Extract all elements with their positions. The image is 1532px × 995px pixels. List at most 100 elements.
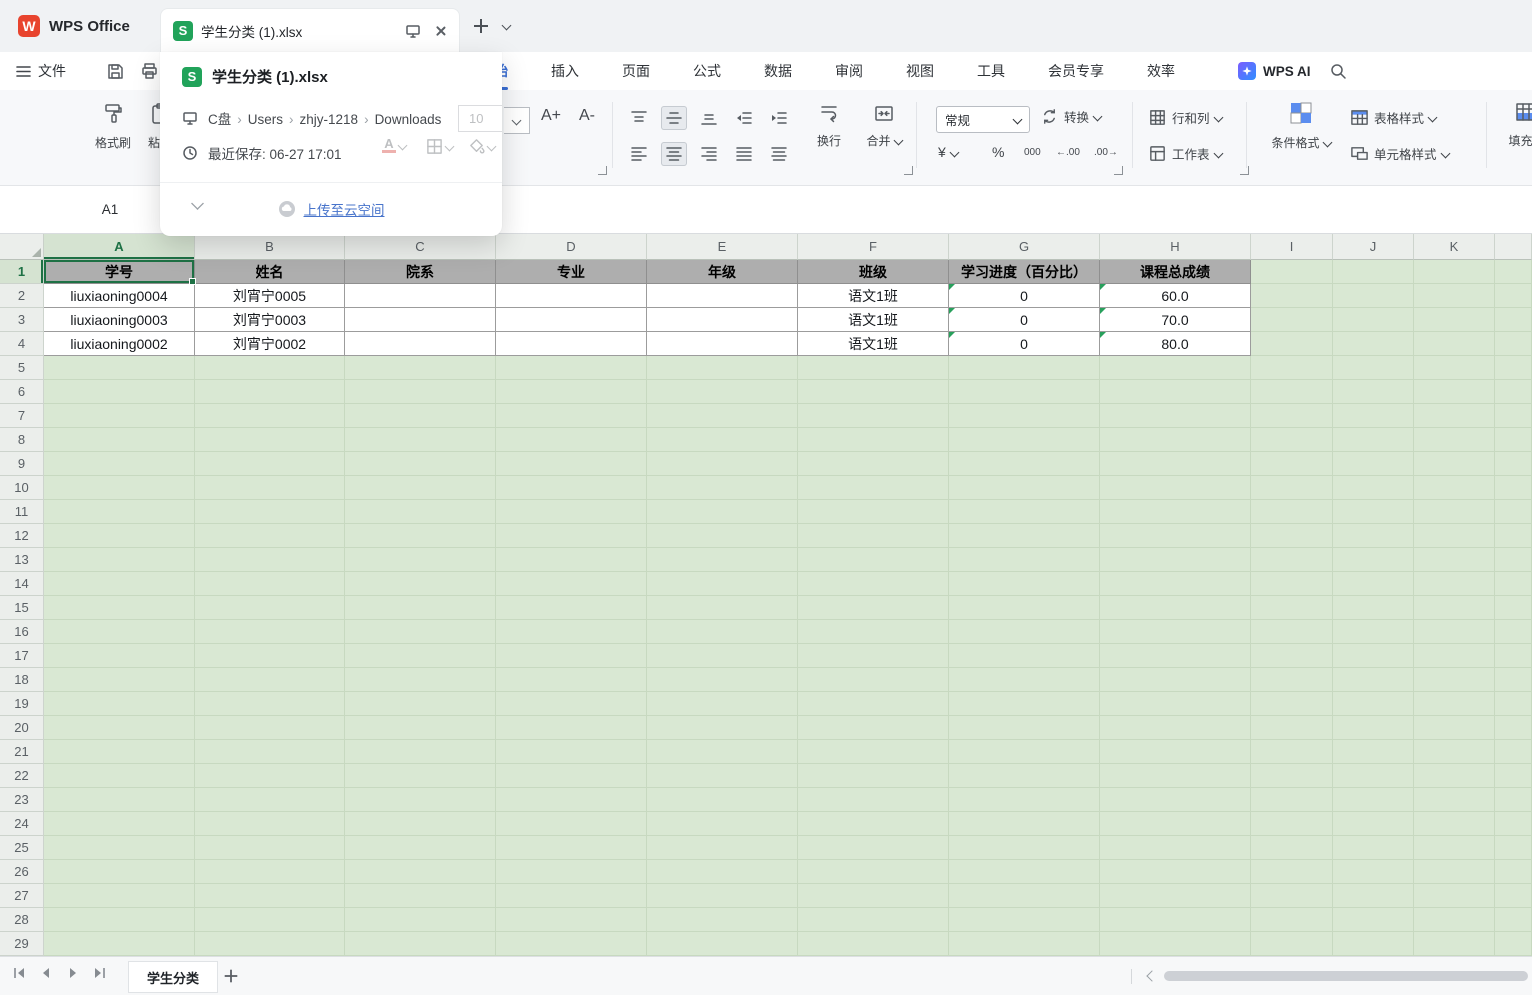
cell-D23[interactable] xyxy=(496,788,647,812)
cell-F28[interactable] xyxy=(798,908,949,932)
cell-A23[interactable] xyxy=(44,788,195,812)
row-header-27[interactable]: 27 xyxy=(0,884,44,908)
cell-C23[interactable] xyxy=(345,788,496,812)
cell-partial-18[interactable] xyxy=(1495,668,1532,692)
cell-partial-19[interactable] xyxy=(1495,692,1532,716)
cell-E5[interactable] xyxy=(647,356,798,380)
cell-I22[interactable] xyxy=(1251,764,1333,788)
cell-D25[interactable] xyxy=(496,836,647,860)
cell-G22[interactable] xyxy=(949,764,1100,788)
cell-G9[interactable] xyxy=(949,452,1100,476)
cell-H28[interactable] xyxy=(1100,908,1251,932)
cell-C1[interactable]: 院系 xyxy=(345,260,496,284)
cell-G11[interactable] xyxy=(949,500,1100,524)
cell-partial-12[interactable] xyxy=(1495,524,1532,548)
cell-C11[interactable] xyxy=(345,500,496,524)
cell-I13[interactable] xyxy=(1251,548,1333,572)
cell-B11[interactable] xyxy=(195,500,345,524)
cell-F13[interactable] xyxy=(798,548,949,572)
cell-partial-24[interactable] xyxy=(1495,812,1532,836)
horizontal-scrollbar-thumb[interactable] xyxy=(1164,971,1528,981)
cell-K18[interactable] xyxy=(1414,668,1495,692)
cell-partial-21[interactable] xyxy=(1495,740,1532,764)
cell-J14[interactable] xyxy=(1333,572,1414,596)
row-header-24[interactable]: 24 xyxy=(0,812,44,836)
cell-K23[interactable] xyxy=(1414,788,1495,812)
cell-partial-14[interactable] xyxy=(1495,572,1532,596)
cell-D11[interactable] xyxy=(496,500,647,524)
cell-I3[interactable] xyxy=(1251,308,1333,332)
cell-C3[interactable] xyxy=(345,308,496,332)
print-icon[interactable] xyxy=(140,62,159,81)
cell-H9[interactable] xyxy=(1100,452,1251,476)
cell-G2[interactable]: 0 xyxy=(949,284,1100,308)
align-bottom-button[interactable] xyxy=(696,106,722,130)
cell-A8[interactable] xyxy=(44,428,195,452)
cell-A21[interactable] xyxy=(44,740,195,764)
cell-A27[interactable] xyxy=(44,884,195,908)
cell-B8[interactable] xyxy=(195,428,345,452)
cell-G23[interactable] xyxy=(949,788,1100,812)
column-header-K[interactable]: K xyxy=(1414,234,1495,260)
cell-K29[interactable] xyxy=(1414,932,1495,956)
cell-F14[interactable] xyxy=(798,572,949,596)
cell-D2[interactable] xyxy=(496,284,647,308)
cell-D5[interactable] xyxy=(496,356,647,380)
cell-B5[interactable] xyxy=(195,356,345,380)
cell-J28[interactable] xyxy=(1333,908,1414,932)
cell-H2[interactable]: 60.0 xyxy=(1100,284,1251,308)
row-header-8[interactable]: 8 xyxy=(0,428,44,452)
cell-K22[interactable] xyxy=(1414,764,1495,788)
cell-K14[interactable] xyxy=(1414,572,1495,596)
cell-I23[interactable] xyxy=(1251,788,1333,812)
cell-D3[interactable] xyxy=(496,308,647,332)
cell-A1[interactable]: 学号 xyxy=(44,260,195,284)
cell-H5[interactable] xyxy=(1100,356,1251,380)
cell-D18[interactable] xyxy=(496,668,647,692)
cell-C15[interactable] xyxy=(345,596,496,620)
cell-G29[interactable] xyxy=(949,932,1100,956)
cell-C12[interactable] xyxy=(345,524,496,548)
cell-K28[interactable] xyxy=(1414,908,1495,932)
cell-K7[interactable] xyxy=(1414,404,1495,428)
cell-J15[interactable] xyxy=(1333,596,1414,620)
cell-partial-3[interactable] xyxy=(1495,308,1532,332)
cell-G25[interactable] xyxy=(949,836,1100,860)
cell-B24[interactable] xyxy=(195,812,345,836)
cell-F29[interactable] xyxy=(798,932,949,956)
cell-D26[interactable] xyxy=(496,860,647,884)
breadcrumb-item[interactable]: C盘 xyxy=(208,112,231,127)
cell-J27[interactable] xyxy=(1333,884,1414,908)
cell-G20[interactable] xyxy=(949,716,1100,740)
cell-A4[interactable]: liuxiaoning0002 xyxy=(44,332,195,356)
cell-F24[interactable] xyxy=(798,812,949,836)
cell-B20[interactable] xyxy=(195,716,345,740)
cell-F15[interactable] xyxy=(798,596,949,620)
cell-C19[interactable] xyxy=(345,692,496,716)
menu-item-工具[interactable]: 工具 xyxy=(977,61,1005,81)
cell-E22[interactable] xyxy=(647,764,798,788)
cell-F18[interactable] xyxy=(798,668,949,692)
cell-D4[interactable] xyxy=(496,332,647,356)
cell-C22[interactable] xyxy=(345,764,496,788)
cell-C21[interactable] xyxy=(345,740,496,764)
cell-K26[interactable] xyxy=(1414,860,1495,884)
cell-G17[interactable] xyxy=(949,644,1100,668)
cell-C18[interactable] xyxy=(345,668,496,692)
cell-partial-26[interactable] xyxy=(1495,860,1532,884)
row-header-21[interactable]: 21 xyxy=(0,740,44,764)
save-icon[interactable] xyxy=(106,62,125,81)
document-tab[interactable]: S 学生分类 (1).xlsx xyxy=(160,8,460,52)
cell-F4[interactable]: 语文1班 xyxy=(798,332,949,356)
font-size-select-fragment[interactable] xyxy=(504,107,530,134)
cell-K20[interactable] xyxy=(1414,716,1495,740)
cell-G13[interactable] xyxy=(949,548,1100,572)
cell-A10[interactable] xyxy=(44,476,195,500)
cell-A16[interactable] xyxy=(44,620,195,644)
cell-partial-10[interactable] xyxy=(1495,476,1532,500)
worksheet-button[interactable]: 工作表 xyxy=(1148,141,1222,165)
column-header-F[interactable]: F xyxy=(798,234,949,260)
row-header-2[interactable]: 2 xyxy=(0,284,44,308)
cell-B21[interactable] xyxy=(195,740,345,764)
cell-H3[interactable]: 70.0 xyxy=(1100,308,1251,332)
